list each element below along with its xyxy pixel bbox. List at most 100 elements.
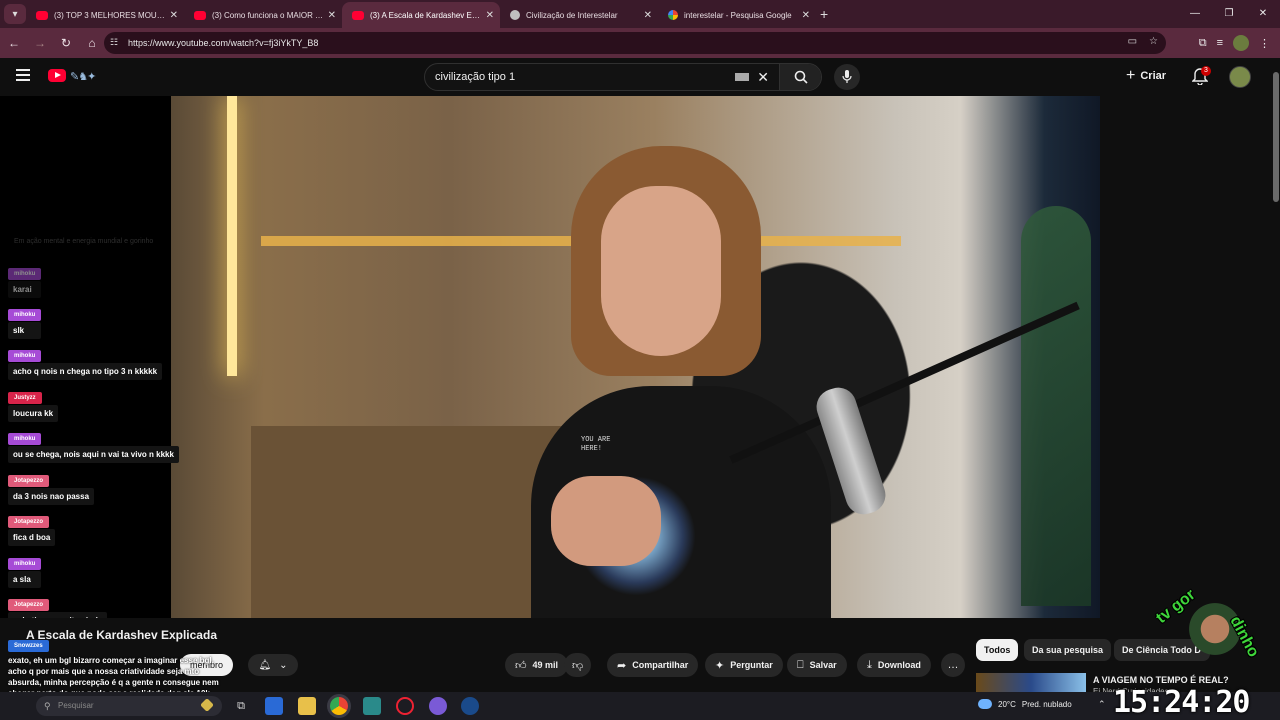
taskbar-search[interactable]: ⚲ Pesquisar (36, 696, 222, 716)
omnibox-actions: ▭ ☆ (1128, 36, 1158, 47)
account-avatar[interactable] (1229, 66, 1251, 88)
minimize-icon[interactable]: — (1178, 0, 1212, 28)
youtube-icon (352, 10, 364, 20)
google-icon (668, 10, 678, 20)
tab-0[interactable]: (3) TOP 3 MELHORES MOUSES ✕ (26, 2, 184, 28)
tray-chevron-icon[interactable]: ⌃ (1098, 699, 1106, 710)
more-actions-button[interactable]: … (941, 653, 965, 677)
youtube-icon (36, 10, 48, 20)
tab-label: (3) TOP 3 MELHORES MOUSES (54, 10, 166, 20)
copilot-sparkle-icon (200, 698, 214, 712)
dislike-button[interactable]: 👎︎ (564, 653, 592, 677)
create-button[interactable]: + Criar (1126, 67, 1166, 85)
close-icon[interactable]: ✕ (802, 10, 810, 21)
microsoft-store-icon[interactable] (265, 697, 283, 715)
chat-username: mihoku (8, 309, 42, 321)
voice-search-button[interactable] (834, 64, 860, 90)
chevron-down-icon: ⌄ (279, 659, 288, 671)
close-window-icon[interactable]: ✕ (1246, 0, 1280, 28)
window-controls: — ❐ ✕ (1178, 0, 1280, 28)
opera-icon[interactable] (396, 697, 414, 715)
video-lamp (227, 96, 237, 376)
like-count: 49 mil (532, 660, 559, 670)
chat-username: mihoku (8, 433, 42, 445)
chat-message: mihoku slk (8, 303, 42, 339)
bookmark-icon: ⎕ (797, 658, 804, 671)
search-input[interactable]: civilização tipo 1 (425, 71, 735, 83)
address-bar[interactable]: ☷ https://www.youtube.com/watch?v=fj3iYk… (104, 32, 1166, 54)
video-player[interactable]: YOU ARE HERE! (171, 96, 1100, 618)
stream-clock: 15:24:20 (1113, 685, 1250, 720)
chat-text: a sla (8, 571, 42, 588)
scrollbar-thumb[interactable] (1273, 72, 1279, 202)
reload-icon[interactable]: ↻ (54, 36, 78, 50)
cast-icon[interactable]: ▭ (1128, 36, 1137, 47)
weather-widget[interactable]: 20°C Pred. nublado (978, 699, 1072, 709)
chat-message: Justyzz loucura kk (8, 386, 59, 422)
home-icon[interactable]: ⌂ (80, 36, 104, 50)
discord-icon[interactable] (429, 697, 447, 715)
shirt-text: YOU ARE HERE! (581, 436, 611, 453)
chat-message: Jotapezzo fica d boa (8, 510, 56, 546)
steam-icon[interactable] (461, 697, 479, 715)
restore-icon[interactable]: ❐ (1212, 0, 1246, 28)
hamburger-menu-icon[interactable] (16, 69, 30, 81)
plus-icon: + (1126, 67, 1136, 84)
presenter-face (601, 186, 721, 356)
windows-taskbar: ⚲ Pesquisar ⧉ 20°C Pred. nublado ⌃ (0, 692, 1280, 720)
like-button[interactable]: 👍︎ 49 mil (505, 653, 569, 677)
tab-strip: ▾ (3) TOP 3 MELHORES MOUSES ✕ (3) Como f… (0, 0, 1280, 28)
tab-4[interactable]: interestelar - Pesquisa Google ✕ (658, 2, 816, 28)
chrome-icon[interactable] (330, 697, 348, 715)
profile-avatar[interactable] (1233, 35, 1249, 51)
tab-search-button[interactable]: ▾ (4, 4, 26, 24)
task-view-icon[interactable]: ⧉ (232, 697, 250, 715)
recommended-thumbnail[interactable] (976, 673, 1086, 693)
globe-icon (510, 10, 520, 20)
chat-username: mihoku (8, 268, 42, 280)
bookmark-star-icon[interactable]: ☆ (1149, 36, 1158, 47)
stream-chat-overlay: Em ação mental e energia mundial e gorin… (0, 96, 179, 629)
forward-arrow-icon[interactable]: → (28, 36, 52, 50)
chat-text: acho q nois n chega no tipo 3 n kkkkk (8, 363, 163, 380)
keyboard-icon[interactable] (735, 73, 750, 81)
close-icon[interactable]: ✕ (328, 10, 336, 21)
close-icon[interactable]: ✕ (644, 10, 652, 21)
chat-username: mihoku (8, 350, 42, 362)
chat-username: Jotapezzo (8, 475, 50, 487)
site-info-icon[interactable]: ☷ (110, 37, 122, 49)
tab-2-active[interactable]: (3) A Escala de Kardashev Expli ✕ (342, 2, 500, 28)
download-button[interactable]: ⤓ Download (857, 653, 931, 677)
tab-3[interactable]: Civilização de Interestelar ✕ (500, 2, 658, 28)
youtube-logo[interactable] (48, 69, 66, 82)
tab-label: Civilização de Interestelar (526, 10, 618, 20)
new-tab-button[interactable]: + (820, 6, 828, 22)
file-explorer-icon[interactable] (298, 697, 316, 715)
cloud-rain-icon (978, 699, 992, 709)
ask-button[interactable]: ✦ Perguntar (705, 653, 783, 677)
youtube-doodle-icon[interactable]: ✎♞✦ (70, 70, 96, 83)
subscription-bell-button[interactable]: 🔔︎ ⌄ (248, 654, 298, 676)
clear-search-icon[interactable]: ✕ (757, 69, 769, 86)
save-button[interactable]: ⎕ Salvar (787, 653, 847, 677)
page-scrollbar[interactable] (1272, 62, 1280, 692)
search-icon (794, 70, 808, 84)
close-icon[interactable]: ✕ (486, 10, 494, 21)
notification-count-badge: 3 (1201, 66, 1211, 76)
video-plant (1021, 206, 1091, 606)
chip-da-sua-pesquisa[interactable]: Da sua pesquisa (1024, 639, 1112, 661)
extensions-icon[interactable]: ⧉ (1199, 37, 1207, 50)
share-button[interactable]: ➦ Compartilhar (607, 653, 699, 677)
close-icon[interactable]: ✕ (170, 10, 178, 21)
presenter-hand (551, 476, 661, 566)
app-arrow-icon[interactable] (363, 697, 381, 715)
search-button[interactable] (779, 64, 821, 90)
chip-todos[interactable]: Todos (976, 639, 1019, 661)
back-arrow-icon[interactable]: ← (2, 36, 26, 50)
microphone-icon (842, 70, 852, 83)
chat-username: mihoku (8, 558, 42, 570)
tab-1[interactable]: (3) Como funciona o MAIOR TE ✕ (184, 2, 342, 28)
chat-username: Jotapezzo (8, 599, 50, 611)
media-control-icon[interactable]: ≡ (1217, 37, 1223, 49)
chrome-menu-icon[interactable]: ⋮ (1259, 37, 1270, 50)
